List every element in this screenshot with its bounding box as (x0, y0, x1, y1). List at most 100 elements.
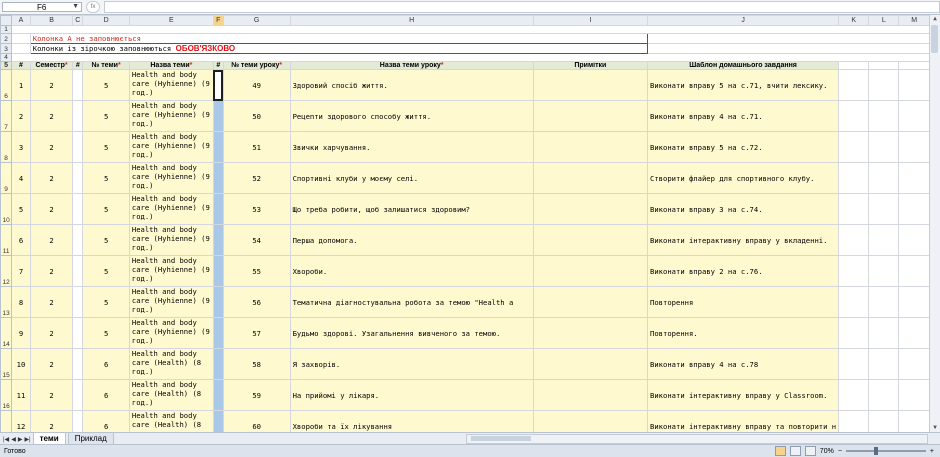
hscroll-thumb[interactable] (471, 436, 531, 441)
cell-semester[interactable]: 2 (29, 286, 74, 318)
cell-topic-name[interactable]: Health and body care (Health) (8 (128, 410, 214, 432)
first-sheet-icon[interactable]: |◀ (3, 436, 9, 443)
cell-topic-num[interactable]: 5 (82, 255, 130, 287)
prev-sheet-icon[interactable]: ◀ (11, 436, 16, 443)
cell-empty[interactable] (838, 317, 870, 349)
cell-index[interactable]: 3 (11, 131, 31, 163)
cell-semester[interactable]: 2 (29, 255, 74, 287)
cell-empty[interactable] (838, 162, 870, 194)
cell-topic-name[interactable]: Health and body care (Hyhienne) (9 год.) (128, 162, 214, 194)
cell-topic-name[interactable]: Health and body care (Health) (8 год.) (128, 348, 214, 380)
cell-notes[interactable] (532, 224, 649, 256)
cell-empty[interactable] (898, 317, 930, 349)
cell-topic-name[interactable]: Health and body care (Hyhienne) (9 год.) (128, 131, 214, 163)
normal-view-icon[interactable] (774, 446, 786, 456)
cell-index[interactable]: 11 (11, 379, 31, 411)
cell-empty[interactable] (898, 193, 930, 225)
cell-c[interactable] (72, 255, 84, 287)
cell-topic-num[interactable]: 5 (82, 162, 130, 194)
cell-lesson-num[interactable]: 55 (222, 255, 291, 287)
cell-topic-num[interactable]: 5 (82, 193, 130, 225)
header-homework[interactable]: Шаблон домашнього завдання (647, 61, 840, 70)
cell-index[interactable]: 9 (11, 317, 31, 349)
cell-empty[interactable] (868, 69, 900, 101)
cell-notes[interactable] (532, 131, 649, 163)
note-cell[interactable]: Колонки із зірочкою заповнюються ОБОВ'ЯЗ… (29, 43, 649, 54)
cell-f[interactable] (212, 100, 224, 132)
cell-empty[interactable] (868, 286, 900, 318)
column-header-k[interactable]: K (838, 15, 870, 26)
cell-lesson-num[interactable]: 53 (222, 193, 291, 225)
cell-homework[interactable]: Повторення (647, 286, 840, 318)
cell-index[interactable]: 6 (11, 224, 31, 256)
cell-notes[interactable] (532, 348, 649, 380)
cell-empty[interactable] (868, 162, 900, 194)
cell-lesson-name[interactable]: Тематична діагностувальна робота за темо… (289, 286, 534, 318)
cell-empty[interactable] (898, 69, 930, 101)
column-header-a[interactable]: A (11, 15, 31, 26)
cell-topic-num[interactable]: 6 (82, 379, 130, 411)
cell-f[interactable] (212, 379, 224, 411)
zoom-slider[interactable] (845, 447, 926, 455)
cell-f[interactable] (212, 69, 224, 101)
row-header[interactable]: 3 (0, 43, 13, 54)
cell-f[interactable] (212, 348, 224, 380)
cell-empty[interactable] (898, 224, 930, 256)
vertical-scrollbar[interactable]: ▲ ▼ (929, 15, 940, 432)
row-header[interactable]: 5 (0, 61, 13, 70)
column-header-m[interactable]: M (898, 15, 930, 26)
scroll-thumb[interactable] (931, 25, 938, 53)
header-c[interactable]: # (72, 61, 84, 70)
cell-homework[interactable]: Виконати вправу 3 на с.74. (647, 193, 840, 225)
cell-topic-name[interactable]: Health and body care (Health) (8 год.) (128, 379, 214, 411)
cell-c[interactable] (72, 193, 84, 225)
cell-topic-name[interactable]: Health and body care (Hyhienne) (9 год.) (128, 255, 214, 287)
header-notes[interactable]: Примітки (532, 61, 649, 70)
scroll-up-icon[interactable]: ▲ (931, 15, 939, 23)
cell-semester[interactable]: 2 (29, 317, 74, 349)
cell-lesson-name[interactable]: Я захворів. (289, 348, 534, 380)
cell-empty[interactable] (868, 379, 900, 411)
cell-index[interactable]: 5 (11, 193, 31, 225)
zoom-knob[interactable] (873, 447, 878, 455)
cell-empty[interactable] (868, 255, 900, 287)
cell-empty[interactable] (898, 348, 930, 380)
cell-c[interactable] (72, 69, 84, 101)
row-header[interactable]: 13 (0, 286, 13, 318)
cell-index[interactable]: 2 (11, 100, 31, 132)
cell-lesson-num[interactable]: 52 (222, 162, 291, 194)
row-header[interactable]: 7 (0, 100, 13, 132)
cell-homework[interactable]: Виконати інтерактивну вправу та повторит… (647, 410, 840, 432)
cell-c[interactable] (72, 348, 84, 380)
cell-semester[interactable]: 2 (29, 410, 74, 432)
cell-topic-name[interactable]: Health and body care (Hyhienne) (9 год.) (128, 69, 214, 101)
cell-homework[interactable]: Виконати вправу 4 на с.78 (647, 348, 840, 380)
cell-empty[interactable] (838, 224, 870, 256)
cell-lesson-name[interactable]: Спортивні клуби у моєму селі. (289, 162, 534, 194)
row-header[interactable]: 6 (0, 69, 13, 101)
cell-topic-num[interactable]: 5 (82, 131, 130, 163)
cell-topic-name[interactable]: Health and body care (Hyhienne) (9 год.) (128, 317, 214, 349)
cell-lesson-name[interactable]: Будьмо здорові. Узагальнення вивченого з… (289, 317, 534, 349)
cell-f[interactable] (212, 255, 224, 287)
cell-homework[interactable]: Виконати вправу 5 на с.72. (647, 131, 840, 163)
cell-topic-name[interactable]: Health and body care (Hyhienne) (9 год.) (128, 286, 214, 318)
cell-f[interactable] (212, 286, 224, 318)
cell-empty[interactable] (898, 286, 930, 318)
chevron-down-icon[interactable]: ▼ (72, 3, 79, 10)
cell-lesson-num[interactable]: 49 (222, 69, 291, 101)
last-sheet-icon[interactable]: ▶| (24, 436, 30, 443)
cell-lesson-name[interactable]: Хвороби. (289, 255, 534, 287)
cell-lesson-name[interactable]: Хвороби та їх лікування (289, 410, 534, 432)
row-header[interactable]: 14 (0, 317, 13, 349)
cell-notes[interactable] (532, 193, 649, 225)
cell-homework[interactable]: Виконати вправу 2 на с.76. (647, 255, 840, 287)
cell-c[interactable] (72, 317, 84, 349)
header-lesson-num[interactable]: № теми уроку* (222, 61, 291, 70)
row-header[interactable]: 16 (0, 379, 13, 411)
cell-empty[interactable] (838, 348, 870, 380)
cell-empty[interactable] (868, 224, 900, 256)
cell-c[interactable] (72, 410, 84, 432)
cell-empty[interactable] (838, 131, 870, 163)
cell-empty[interactable] (838, 255, 870, 287)
